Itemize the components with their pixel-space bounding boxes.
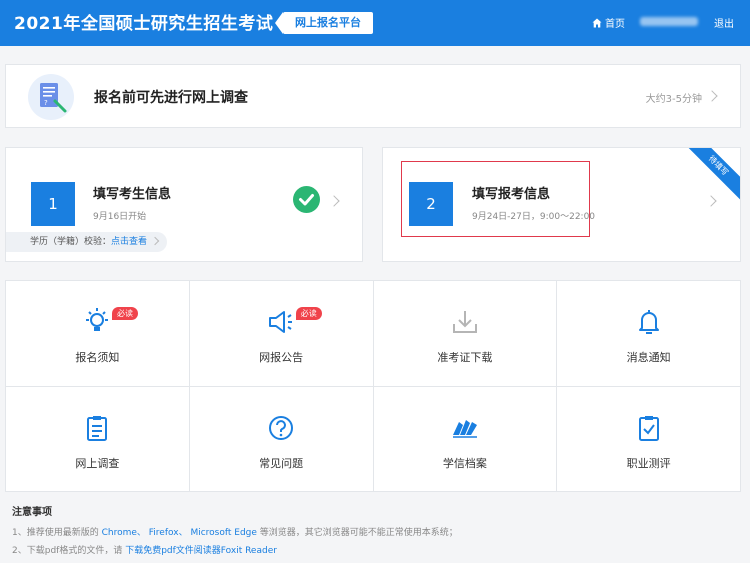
lightbulb-icon bbox=[86, 308, 109, 331]
megaphone-icon bbox=[269, 311, 293, 333]
home-icon bbox=[592, 18, 602, 27]
home-link[interactable]: 首页 bbox=[592, 15, 625, 30]
note-text: 1、推荐使用最新版的 bbox=[12, 528, 102, 538]
chevron-right-icon bbox=[706, 90, 718, 102]
download-icon bbox=[452, 311, 477, 333]
step-fill-application-info[interactable]: 2 填写报考信息 9月24日-27日，9:00～22:00 待填写 bbox=[382, 147, 741, 262]
step-date: 9月16日开始 bbox=[93, 212, 147, 222]
chevron-right-icon bbox=[705, 195, 717, 207]
chevron-right-icon bbox=[150, 236, 160, 246]
foxit-download-link[interactable]: 下载免费pdf文件阅读器Foxit Reader bbox=[125, 546, 277, 556]
username-redacted bbox=[640, 17, 698, 26]
home-label: 首页 bbox=[605, 19, 625, 30]
edu-label: 学历（学籍）校验： bbox=[30, 237, 112, 247]
xuexin-logo-icon bbox=[452, 419, 477, 438]
firefox-link[interactable]: Firefox、 bbox=[149, 528, 188, 538]
survey-title: 报名前可先进行网上调查 bbox=[94, 90, 248, 106]
question-icon bbox=[269, 415, 294, 440]
clipboard-list-icon bbox=[87, 415, 108, 441]
tile-registration-notice[interactable]: 必读 报名须知 bbox=[6, 281, 189, 386]
note-text: 等浏览器，其它浏览器可能不能正常使用本系统； bbox=[256, 528, 458, 538]
tile-label: 报名须知 bbox=[75, 351, 120, 364]
function-grid: 必读 报名须知 必读 网报公告 准考证下载 消息通知 网上调查 常见问题 学信档… bbox=[5, 280, 741, 492]
chrome-link[interactable]: Chrome、 bbox=[102, 528, 146, 538]
tile-label: 常见问题 bbox=[259, 456, 304, 470]
tile-label: 职业测评 bbox=[626, 456, 671, 470]
tile-xuexin-archive[interactable]: 学信档案 bbox=[373, 386, 557, 491]
clipboard-check-icon bbox=[638, 415, 659, 441]
page-title: 2021年全国硕士研究生招生考试 bbox=[14, 14, 274, 34]
tile-faq[interactable]: 常见问题 bbox=[189, 386, 373, 491]
step-number: 1 bbox=[31, 182, 75, 226]
survey-duration: 大约3-5分钟 bbox=[645, 94, 702, 105]
must-read-badge: 必读 bbox=[112, 307, 138, 320]
survey-card[interactable]: ? 报名前可先进行网上调查 大约3-5分钟 bbox=[5, 64, 741, 128]
step-title: 填写报考信息 bbox=[472, 187, 551, 202]
step-fill-candidate-info[interactable]: 1 填写考生信息 9月16日开始 学历（学籍）校验：点击查看 bbox=[5, 147, 363, 262]
notes-section: 注意事项 1、推荐使用最新版的 Chrome、 Firefox、 Microso… bbox=[12, 503, 458, 560]
note-text: 2、下载pdf格式的文件，请 bbox=[12, 546, 126, 556]
step-number: 2 bbox=[409, 182, 453, 226]
edu-view-link[interactable]: 点击查看 bbox=[111, 237, 147, 247]
step-date: 9月24日-27日，9:00～22:00 bbox=[472, 212, 596, 222]
education-verify-link[interactable]: 学历（学籍）校验：点击查看 bbox=[6, 232, 168, 252]
note-browser: 1、推荐使用最新版的 Chrome、 Firefox、 Microsoft Ed… bbox=[12, 524, 458, 542]
tile-admission-ticket[interactable]: 准考证下载 bbox=[373, 281, 557, 386]
tile-label: 网报公告 bbox=[259, 351, 304, 364]
note-pdf: 2、下载pdf格式的文件，请 下载免费pdf文件阅读器Foxit Reader bbox=[12, 542, 458, 560]
logout-link[interactable]: 退出 bbox=[714, 15, 734, 30]
notes-title: 注意事项 bbox=[12, 507, 52, 518]
tile-label: 准考证下载 bbox=[437, 351, 493, 364]
chevron-right-icon bbox=[328, 195, 340, 207]
tile-career-assessment[interactable]: 职业测评 bbox=[557, 386, 740, 491]
bell-icon bbox=[638, 310, 659, 334]
must-read-badge: 必读 bbox=[295, 307, 322, 320]
step-title: 填写考生信息 bbox=[93, 187, 172, 202]
tile-label: 消息通知 bbox=[626, 351, 671, 364]
survey-document-icon: ? bbox=[28, 74, 74, 120]
top-header: 2021年全国硕士研究生招生考试 网上报名平台 首页 退出 bbox=[0, 0, 750, 46]
tile-messages[interactable]: 消息通知 bbox=[557, 281, 740, 386]
check-circle-icon bbox=[293, 186, 320, 213]
edge-link[interactable]: Microsoft Edge bbox=[190, 528, 256, 538]
tile-online-survey[interactable]: 网上调查 bbox=[6, 386, 189, 491]
svg-text:?: ? bbox=[44, 99, 48, 107]
tile-label: 学信档案 bbox=[442, 456, 487, 470]
tile-announcement[interactable]: 必读 网报公告 bbox=[189, 281, 373, 386]
platform-tag: 网上报名平台 bbox=[275, 12, 373, 34]
tile-label: 网上调查 bbox=[75, 456, 120, 470]
